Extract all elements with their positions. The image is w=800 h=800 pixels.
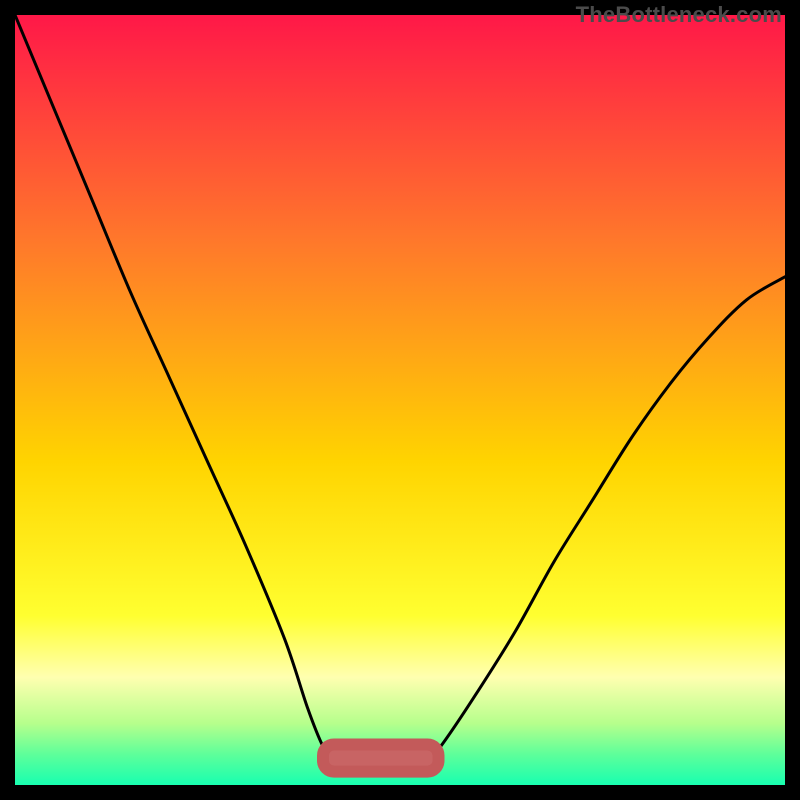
chart-svg: [15, 15, 785, 785]
watermark-text: TheBottleneck.com: [576, 2, 782, 28]
plot-area: [15, 15, 785, 785]
right-curve: [423, 277, 785, 770]
left-curve: [15, 15, 338, 770]
outer-frame: TheBottleneck.com: [0, 0, 800, 800]
stadium-marker: [323, 745, 439, 772]
